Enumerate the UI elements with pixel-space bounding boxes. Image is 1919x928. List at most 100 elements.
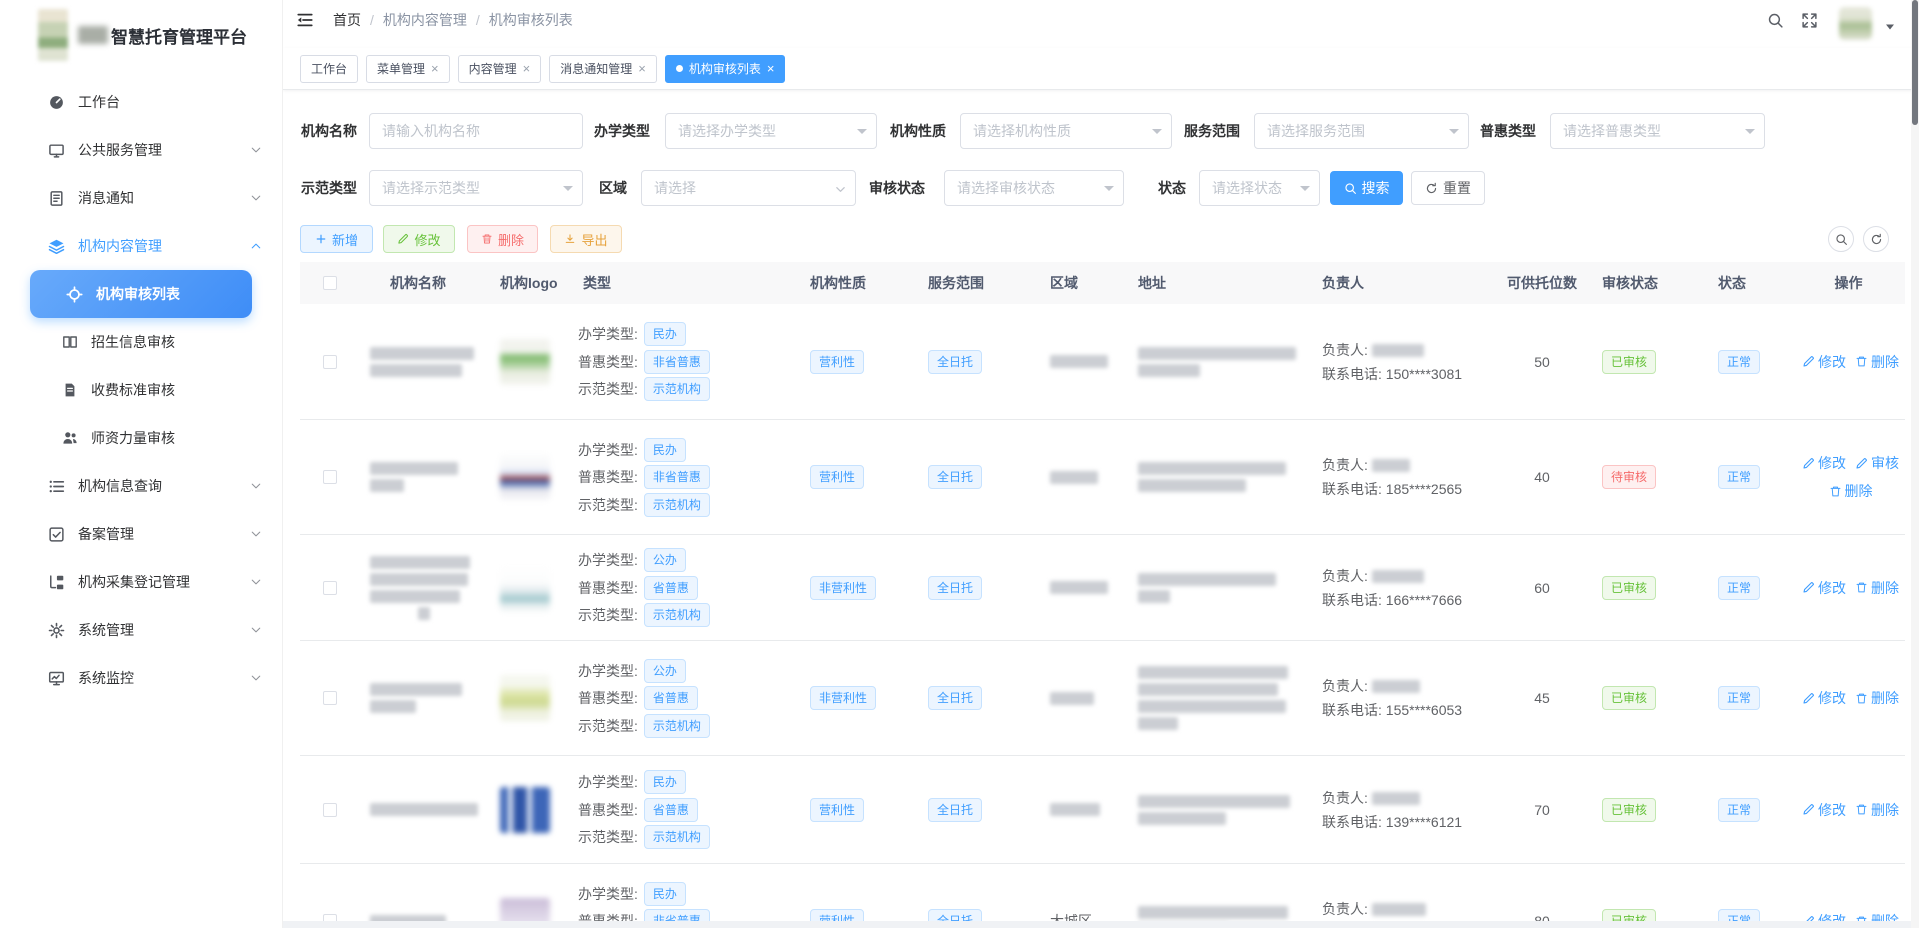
reset-button[interactable]: 重置 [1411, 171, 1485, 205]
school-type-tag: 民办 [644, 322, 686, 346]
trash-icon [481, 233, 493, 245]
tab-close-icon[interactable]: × [638, 62, 646, 75]
benefit-type-select[interactable]: 请选择普惠类型 [1550, 113, 1765, 149]
sidebar-item-public-service[interactable]: 公共服务管理 [0, 126, 282, 174]
tab-message-notice-management[interactable]: 消息通知管理× [549, 55, 657, 83]
scrollbar-track[interactable] [1911, 0, 1919, 928]
avatar[interactable] [1839, 7, 1872, 40]
sidebar-item-record-management[interactable]: 备案管理 [0, 510, 282, 558]
filter-label-status: 状态 [1158, 170, 1186, 206]
demo-type-select[interactable]: 请选择示范类型 [369, 170, 583, 206]
filter-label-review-status: 审核状态 [869, 170, 925, 206]
brand-logo-image [38, 9, 68, 61]
manager-name-redacted [1372, 570, 1424, 583]
region-value: 大城区 [1050, 913, 1092, 921]
nature-tag: 非营利性 [810, 576, 876, 600]
tab-menu-management[interactable]: 菜单管理× [366, 55, 450, 83]
capacity-value: 70 [1498, 802, 1586, 818]
manager-phone: 155****6053 [1386, 702, 1462, 718]
sidebar-item-org-review-list[interactable]: 机构审核列表 [30, 270, 252, 318]
tab-close-icon[interactable]: × [767, 62, 775, 75]
school-type-select[interactable]: 请选择办学类型 [665, 113, 877, 149]
sidebar-item-system-management[interactable]: 系统管理 [0, 606, 282, 654]
row-checkbox[interactable] [323, 355, 337, 369]
search-button[interactable]: 搜索 [1330, 171, 1403, 205]
row-checkbox[interactable] [323, 914, 337, 921]
delete-link[interactable]: 删除 [1855, 578, 1899, 598]
pencil-icon [397, 233, 409, 245]
add-button[interactable]: 新增 [300, 225, 373, 253]
service-tag: 全日托 [928, 576, 982, 600]
trash-icon [1855, 803, 1868, 816]
table-row: 办学类型:民办 普惠类型:省普惠 示范类型:示范机构 营利性 全日托 负责人: … [300, 756, 1905, 864]
delete-link[interactable]: 删除 [1855, 352, 1899, 372]
fullscreen-icon[interactable] [1801, 12, 1818, 29]
edit-button[interactable]: 修改 [383, 225, 455, 253]
tab-workbench[interactable]: 工作台 [300, 55, 358, 83]
sidebar-item-fee-review[interactable]: 收费标准审核 [0, 366, 282, 414]
manager-cell: 负责人: 联系电话: 166****7666 [1312, 562, 1498, 614]
tab-close-icon[interactable]: × [523, 62, 531, 75]
edit-link[interactable]: 修改 [1802, 911, 1846, 921]
breadcrumb-home[interactable]: 首页 [333, 10, 361, 30]
type-cell: 办学类型:民办 普惠类型:省普惠 示范类型:示范机构 [568, 767, 800, 853]
topbar: 首页 / 机构内容管理 / 机构审核列表 [283, 0, 1919, 48]
service-scope-select[interactable]: 请选择服务范围 [1254, 113, 1469, 149]
delete-link[interactable]: 删除 [1855, 688, 1899, 708]
type-cell: 办学类型:公办 普惠类型:省普惠 示范类型:示范机构 [568, 545, 800, 631]
search-icon[interactable] [1767, 12, 1784, 29]
row-actions: 修改 删除 [1792, 578, 1905, 598]
table-header: 机构名称 机构logo 类型 机构性质 服务范围 区域 地址 负责人 可供托位数… [300, 262, 1905, 304]
collapse-sidebar-icon[interactable] [296, 11, 314, 29]
nature-tag: 营利性 [810, 909, 864, 921]
table-row: 办学类型:民办 普惠类型:非省普惠 示范类型:示范机构 营利性 全日托 负责人:… [300, 420, 1905, 535]
sidebar-item-teacher-review[interactable]: 师资力量审核 [0, 414, 282, 462]
status-select[interactable]: 请选择状态 [1199, 170, 1320, 206]
org-logo-image [500, 898, 550, 921]
capacity-value: 60 [1498, 580, 1586, 596]
row-checkbox[interactable] [323, 470, 337, 484]
edit-link[interactable]: 修改 [1802, 578, 1846, 598]
chevron-down-icon [835, 184, 846, 195]
tab-close-icon[interactable]: × [431, 62, 439, 75]
delete-link[interactable]: 删除 [1829, 481, 1873, 501]
row-checkbox[interactable] [323, 581, 337, 595]
edit-link[interactable]: 修改 [1802, 688, 1846, 708]
school-type-tag: 公办 [644, 548, 686, 572]
sidebar-item-collect-register[interactable]: 机构采集登记管理 [0, 558, 282, 606]
edit-link[interactable]: 修改 [1802, 800, 1846, 820]
org-name-input[interactable] [369, 113, 583, 149]
tab-org-review-list[interactable]: 机构审核列表× [665, 55, 786, 83]
row-checkbox[interactable] [323, 803, 337, 817]
pencil-icon [1802, 692, 1815, 705]
select-all-checkbox[interactable] [323, 276, 337, 290]
edit-link[interactable]: 修改 [1802, 453, 1846, 473]
review-status-select[interactable]: 请选择审核状态 [944, 170, 1124, 206]
sidebar-item-org-query[interactable]: 机构信息查询 [0, 462, 282, 510]
row-checkbox[interactable] [323, 691, 337, 705]
tab-content-management[interactable]: 内容管理× [458, 55, 542, 83]
sidebar-item-message-notice[interactable]: 消息通知 [0, 174, 282, 222]
region-redacted [1040, 351, 1128, 372]
status-tag: 正常 [1718, 576, 1760, 600]
delete-link[interactable]: 删除 [1855, 800, 1899, 820]
table-search-toggle-button[interactable] [1828, 226, 1854, 252]
filter-label-org-nature: 机构性质 [890, 113, 946, 149]
caret-down-icon [857, 129, 867, 139]
delete-button[interactable]: 删除 [467, 225, 538, 253]
caret-down-icon[interactable] [1885, 23, 1895, 31]
delete-link[interactable]: 删除 [1855, 911, 1899, 921]
manager-name-redacted [1372, 680, 1420, 693]
scrollbar-thumb[interactable] [1912, 0, 1918, 125]
sidebar-item-org-content[interactable]: 机构内容管理 [0, 222, 282, 270]
collect-icon [48, 574, 65, 591]
edit-link[interactable]: 修改 [1802, 352, 1846, 372]
sidebar-item-workbench[interactable]: 工作台 [0, 78, 282, 126]
region-select[interactable]: 请选择 [641, 170, 856, 206]
sidebar-item-system-monitor[interactable]: 系统监控 [0, 654, 282, 702]
table-refresh-button[interactable] [1863, 226, 1889, 252]
export-button[interactable]: 导出 [550, 225, 622, 253]
org-nature-select[interactable]: 请选择机构性质 [960, 113, 1172, 149]
review-link[interactable]: 审核 [1855, 453, 1899, 473]
sidebar-item-enrollment-review[interactable]: 招生信息审核 [0, 318, 282, 366]
